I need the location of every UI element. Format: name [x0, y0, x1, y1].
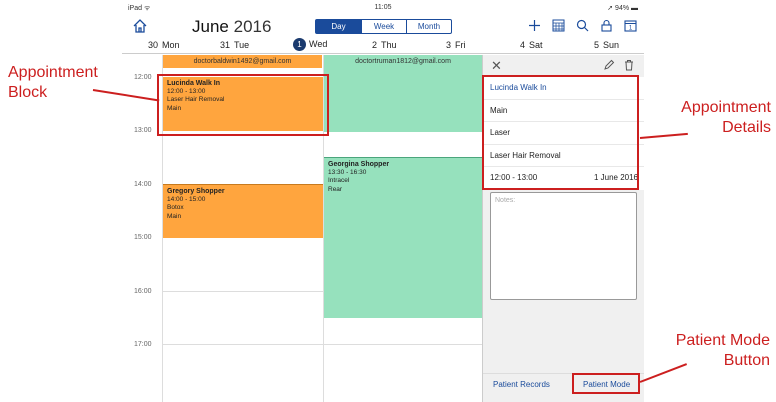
day-number: 30 [148, 40, 159, 50]
battery-indicator: ➚ 94% ▬ [607, 5, 638, 12]
appointment-treatment: Intracel [328, 177, 350, 185]
busy-block[interactable] [324, 68, 482, 132]
appointment-time: 13:30 - 16:30 [328, 169, 367, 177]
day-name: Thu [381, 40, 397, 50]
status-time: 11:05 [374, 4, 392, 11]
ipad-screen: iPad ᯤ 11:05 ➚ 94% ▬ June 2016 Day Week … [122, 0, 644, 402]
day-name: Tue [234, 40, 250, 50]
lock-icon[interactable] [599, 18, 614, 33]
day-name: Sun [603, 40, 620, 50]
appointment-location: Main [167, 212, 182, 220]
day-sun[interactable]: 5 Sun [594, 40, 619, 50]
column-header-truman: doctortruman1812@gmail.com [324, 55, 482, 68]
today-calendar-icon[interactable]: 1 [623, 18, 638, 33]
appointment-location: Rear [328, 185, 343, 193]
highlight-appointment-details [482, 75, 639, 190]
day-wed[interactable]: 1 Wed [293, 38, 327, 51]
calendar-grid-icon[interactable] [551, 18, 566, 33]
annotation-text: Appointment Details [681, 99, 771, 136]
day-name: Fri [455, 40, 466, 50]
day-number: 2 [372, 40, 378, 50]
home-icon[interactable] [132, 18, 148, 34]
appointment-name: Gregory Shopper [167, 188, 225, 195]
view-switcher: Day Week Month [315, 19, 452, 34]
highlight-patient-mode-button [572, 373, 640, 394]
annotation-appointment-block: Appointment Block [8, 63, 120, 103]
status-bar: iPad ᯤ 11:05 ➚ 94% ▬ [122, 0, 644, 14]
panel-toolbar: ✕ [483, 55, 644, 75]
hour-label: 13:00 [134, 127, 152, 134]
annotation-patient-mode-button: Patient Mode Button [646, 331, 770, 371]
toolbar-icons: 1 [527, 18, 638, 33]
day-sat[interactable]: 4 Sat [520, 40, 543, 50]
day-name: Mon [162, 40, 180, 50]
hour-line [162, 344, 482, 345]
day-number: 5 [594, 40, 600, 50]
hour-label: 15:00 [134, 234, 152, 241]
appointment-gregory[interactable]: Gregory Shopper 14:00 - 15:00 Botox Main [163, 184, 323, 238]
today-badge: 1 [293, 38, 306, 51]
hour-label: 14:00 [134, 181, 152, 188]
appointment-treatment: Botox [167, 204, 184, 212]
day-name: Sat [529, 40, 543, 50]
tab-month[interactable]: Month [406, 20, 451, 33]
column-header-baldwin: doctorbaldwin1492@gmail.com [163, 55, 322, 68]
appointment-time: 14:00 - 15:00 [167, 196, 206, 204]
annotation-text: Patient Mode Button [675, 332, 770, 369]
day-name: Wed [309, 39, 328, 49]
annotation-text: Appointment Block [8, 64, 98, 101]
month-title: June 2016 [192, 17, 271, 37]
notes-field[interactable]: Notes: [490, 192, 637, 300]
search-icon[interactable] [575, 18, 590, 33]
toolbar: June 2016 Day Week Month 1 [122, 14, 644, 38]
day-fri[interactable]: 3 Fri [446, 40, 466, 50]
day-header: 30 Mon 31 Tue 1 Wed 2 Thu 3 Fri 4 Sat 5 Sun [122, 38, 644, 54]
tab-week[interactable]: Week [361, 20, 406, 33]
day-tue[interactable]: 31 Tue [220, 40, 249, 50]
patient-records-button[interactable]: Patient Records [493, 380, 550, 389]
edit-pencil-icon[interactable] [603, 59, 615, 71]
day-mon[interactable]: 30 Mon [148, 40, 180, 50]
day-number: 3 [446, 40, 452, 50]
year: 2016 [233, 17, 272, 36]
hour-label: 16:00 [134, 288, 152, 295]
month-name: June [192, 17, 229, 36]
day-number: 4 [520, 40, 526, 50]
appointment-name: Georgina Shopper [328, 161, 390, 168]
tab-day[interactable]: Day [316, 20, 361, 33]
appointment-georgina[interactable]: Georgina Shopper 13:30 - 16:30 Intracel … [324, 157, 482, 318]
highlight-appointment-block [157, 74, 329, 136]
annotation-appointment-details: Appointment Details [645, 98, 771, 138]
trash-icon[interactable] [623, 59, 635, 71]
close-icon[interactable]: ✕ [491, 58, 502, 74]
day-number: 31 [220, 40, 231, 50]
day-thu[interactable]: 2 Thu [372, 40, 397, 50]
hour-label: 12:00 [134, 74, 152, 81]
add-icon[interactable] [527, 18, 542, 33]
hour-label: 17:00 [134, 341, 152, 348]
